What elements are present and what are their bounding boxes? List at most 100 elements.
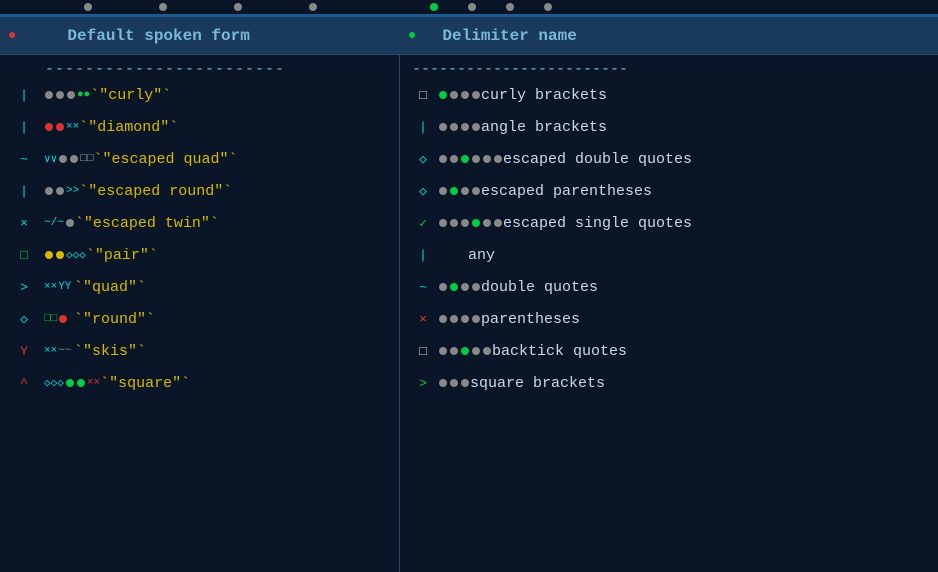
dot (439, 379, 447, 387)
right-gutter-6: | (408, 248, 438, 263)
list-item: ~ ∨∨ □□ `"escaped quad"` (0, 143, 399, 175)
right-gutter-9: □ (408, 344, 438, 359)
table-header: ● Default spoken form ● Delimiter name (0, 17, 938, 55)
item-text: escaped parentheses (481, 183, 652, 200)
dot (494, 219, 502, 227)
list-item: > ×× YY `"quad"` (0, 271, 399, 303)
item-text: escaped double quotes (503, 151, 692, 168)
list-item: ✓ escaped single quotes (400, 207, 938, 239)
list-item: □ ◇◇◇ `"pair"` (0, 239, 399, 271)
dot (450, 187, 458, 195)
item-text: `"quad"` (74, 279, 146, 296)
dot (472, 155, 480, 163)
item-text: `"round"` (74, 311, 155, 328)
dot (450, 379, 458, 387)
right-indicators-7 (438, 283, 481, 291)
row-gutter-4: | (4, 184, 44, 199)
dot (59, 155, 67, 163)
dot (461, 155, 469, 163)
dot (450, 219, 458, 227)
row-gutter-7: > (4, 280, 44, 295)
row-indicators-1: ●● (44, 89, 90, 101)
main-container: ● Default spoken form ● Delimiter name -… (0, 0, 938, 572)
right-indicators-1 (438, 91, 481, 99)
right-gutter-3: ◇ (408, 152, 438, 167)
item-text: `"escaped twin"` (75, 215, 219, 232)
right-indicators-8 (438, 315, 481, 323)
item-text: double quotes (481, 279, 598, 296)
col2-header: Delimiter name (422, 27, 938, 45)
dot (439, 91, 447, 99)
row-gutter-3: ~ (4, 152, 44, 167)
list-item: ^ ◇◇◇ ×× `"square"` (0, 367, 399, 399)
dot (450, 91, 458, 99)
dot (439, 155, 447, 163)
right-indicators-4 (438, 187, 481, 195)
list-item: Y ×× ~~ `"skis"` (0, 335, 399, 367)
row-indicators-5: ~/~ (44, 217, 75, 229)
list-item: × parentheses (400, 303, 938, 335)
item-text: `"square"` (100, 375, 190, 392)
list-item: | ×× `"diamond"` (0, 111, 399, 143)
top-dot-green (430, 3, 438, 11)
list-item: ◇ escaped parentheses (400, 175, 938, 207)
indicator-sym: >> (66, 185, 79, 197)
dot (450, 347, 458, 355)
dot (70, 155, 78, 163)
left-top-dots (0, 3, 400, 11)
list-item: | angle brackets (400, 111, 938, 143)
right-gutter-7: ~ (408, 280, 438, 295)
dot (67, 91, 75, 99)
row-indicators-7: ×× YY (44, 281, 74, 293)
list-item: ◇ escaped double quotes (400, 143, 938, 175)
header-right-indicator: ● (408, 28, 416, 44)
col1-header: Default spoken form (22, 27, 400, 45)
dot (56, 123, 64, 131)
right-gutter-10: > (408, 376, 438, 391)
left-panel[interactable]: ------------------------ | ●● `"curly"` … (0, 55, 400, 572)
dot (66, 219, 74, 227)
indicator-sym: YY (58, 281, 71, 293)
indicator-sym: ~~ (58, 345, 71, 357)
dot (450, 315, 458, 323)
row-indicators-2: ×× (44, 121, 79, 133)
right-indicators-3 (438, 155, 503, 163)
item-text: curly brackets (481, 87, 607, 104)
indicator-sym: ~/~ (44, 217, 64, 229)
dot (66, 379, 74, 387)
indicator-sym: ×× (44, 345, 57, 357)
dot (56, 187, 64, 195)
top-dot-6 (506, 3, 514, 11)
right-indicators-9 (438, 347, 492, 355)
right-panel[interactable]: ------------------------ □ curly bracket… (400, 55, 938, 572)
dot (461, 123, 469, 131)
indicator-sym: □□ (80, 153, 93, 165)
left-divider: ------------------------ (0, 59, 399, 79)
dot (494, 155, 502, 163)
dot (439, 123, 447, 131)
indicator-sym: ×× (87, 377, 100, 389)
row-gutter-8: ◇ (4, 312, 44, 327)
indicator-sym: ∨∨ (44, 152, 57, 166)
dot (461, 379, 469, 387)
right-gutter-5: ✓ (408, 216, 438, 231)
item-text: backtick quotes (492, 343, 627, 360)
item-text: parentheses (481, 311, 580, 328)
header-top-dots (0, 0, 938, 14)
dot (45, 123, 53, 131)
item-text: escaped single quotes (503, 215, 692, 232)
indicator-sym: ×× (66, 121, 79, 133)
dot (45, 91, 53, 99)
right-indicators-2 (438, 123, 481, 131)
row-indicators-4: >> (44, 185, 79, 197)
right-divider: ------------------------ (400, 59, 938, 79)
row-indicators-6: ◇◇◇ (44, 248, 86, 262)
right-gutter-8: × (408, 312, 438, 327)
dot (59, 315, 67, 323)
dot (472, 283, 480, 291)
top-dot-7 (544, 3, 552, 11)
dot (472, 91, 480, 99)
dot (439, 219, 447, 227)
dot (56, 91, 64, 99)
list-item: > square brackets (400, 367, 938, 399)
